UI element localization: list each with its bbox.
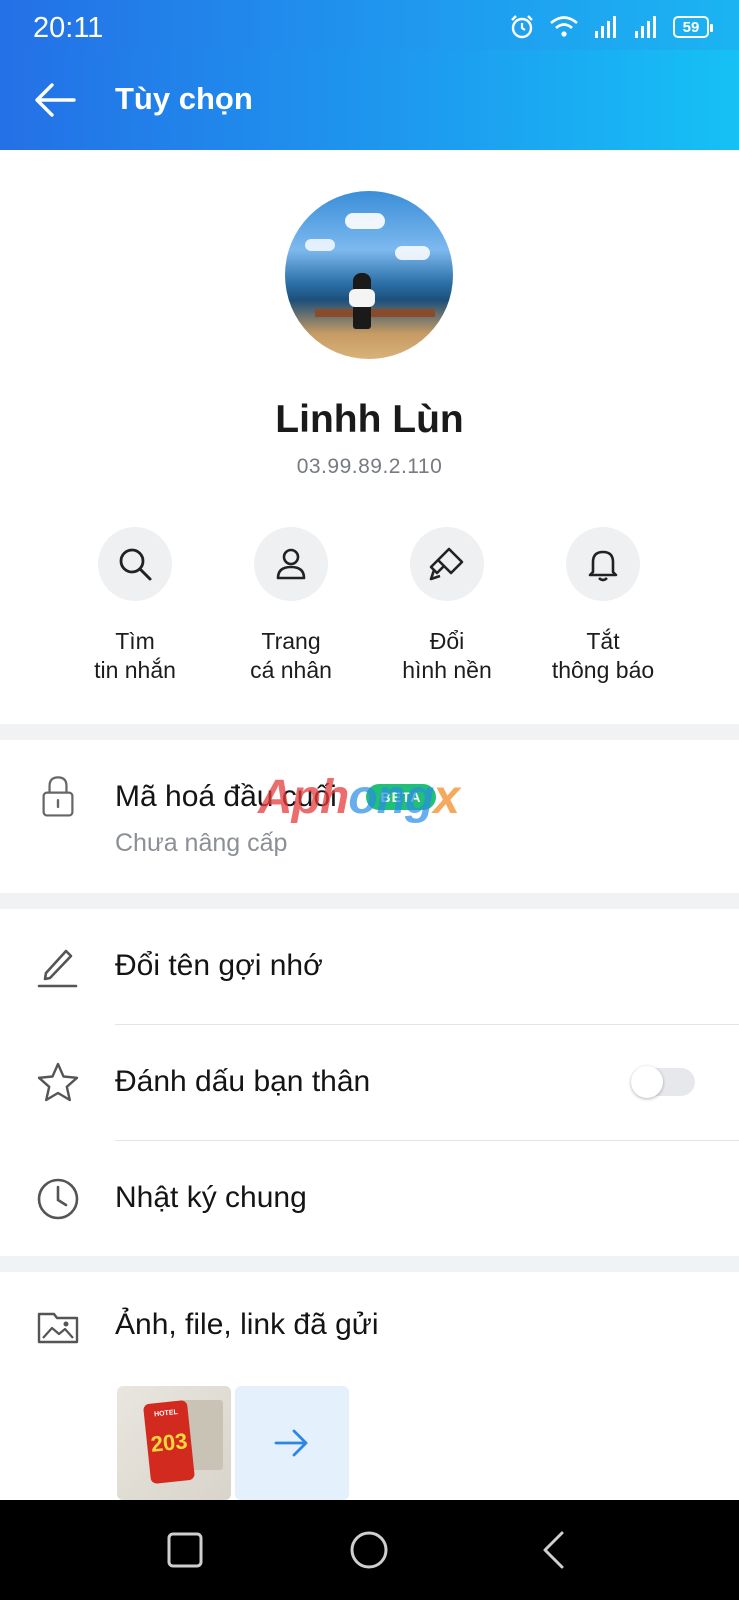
alarm-icon — [511, 15, 533, 39]
status-bar: 20:11 59 — [0, 0, 739, 50]
image-folder-icon — [37, 1312, 79, 1344]
system-nav-bar — [0, 1500, 739, 1600]
lock-icon — [42, 776, 74, 817]
avatar[interactable] — [285, 191, 453, 359]
wifi-icon — [550, 16, 578, 37]
star-icon — [37, 1062, 79, 1102]
section-divider — [0, 1256, 739, 1272]
shared-diary-row[interactable]: Nhật ký chung — [0, 1141, 739, 1256]
profile-phone: 03.99.89.2.110 — [296, 455, 443, 478]
section-divider — [0, 724, 739, 740]
rename-row[interactable]: Đổi tên gợi nhớ — [0, 909, 739, 1024]
hotel-tag: HOTEL 203 — [142, 1399, 196, 1485]
profile-name: Linhh Lùn — [275, 398, 464, 441]
rename-label: Đổi tên gợi nhớ — [115, 949, 323, 982]
best-friend-row[interactable]: Đánh dấu bạn thân — [0, 1025, 739, 1140]
clock-icon — [37, 1178, 79, 1220]
brush-icon — [429, 547, 464, 581]
best-friend-toggle[interactable] — [631, 1066, 695, 1098]
signal-icon-2 — [635, 16, 656, 38]
person-icon — [276, 548, 306, 580]
nav-back-icon[interactable] — [534, 1530, 574, 1570]
change-wallpaper-button[interactable]: Đổi hình nền — [367, 527, 527, 685]
recent-apps-icon[interactable] — [165, 1530, 205, 1570]
search-messages-button[interactable]: Tìm tin nhắn — [55, 527, 215, 685]
status-icons: 59 — [509, 14, 713, 40]
app-bar: Tùy chọn — [0, 50, 739, 150]
action-label: Trang cá nhân — [250, 628, 332, 683]
encryption-status: Chưa nâng cấp — [115, 829, 288, 857]
battery-level: 59 — [682, 18, 700, 36]
shared-diary-label: Nhật ký chung — [115, 1181, 307, 1214]
media-label: Ảnh, file, link đã gửi — [115, 1308, 379, 1341]
battery-indicator: 59 — [673, 16, 713, 38]
bell-icon — [588, 550, 618, 582]
section-divider — [0, 893, 739, 909]
arrow-right-icon — [274, 1429, 308, 1457]
watermark-logo: Aphongx — [258, 771, 460, 824]
back-arrow-icon[interactable] — [34, 80, 76, 120]
action-label: Tắt thông báo — [551, 628, 655, 683]
action-label: Đổi hình nền — [402, 628, 492, 683]
pencil-icon — [37, 949, 78, 988]
view-more-media-button[interactable] — [235, 1386, 349, 1500]
mute-notifications-button[interactable]: Tắt thông báo — [523, 527, 683, 685]
best-friend-label: Đánh dấu bạn thân — [115, 1065, 371, 1098]
signal-icon — [595, 16, 616, 38]
status-time: 20:11 — [33, 12, 104, 44]
action-label: Tìm tin nhắn — [94, 628, 176, 683]
media-row[interactable]: Ảnh, file, link đã gửi — [0, 1272, 739, 1382]
page-title: Tùy chọn — [115, 81, 253, 116]
home-icon[interactable] — [349, 1530, 389, 1570]
search-icon — [119, 548, 152, 581]
profile-page-button[interactable]: Trang cá nhân — [211, 527, 371, 685]
media-thumbnail[interactable]: HOTEL 203 — [117, 1386, 231, 1500]
